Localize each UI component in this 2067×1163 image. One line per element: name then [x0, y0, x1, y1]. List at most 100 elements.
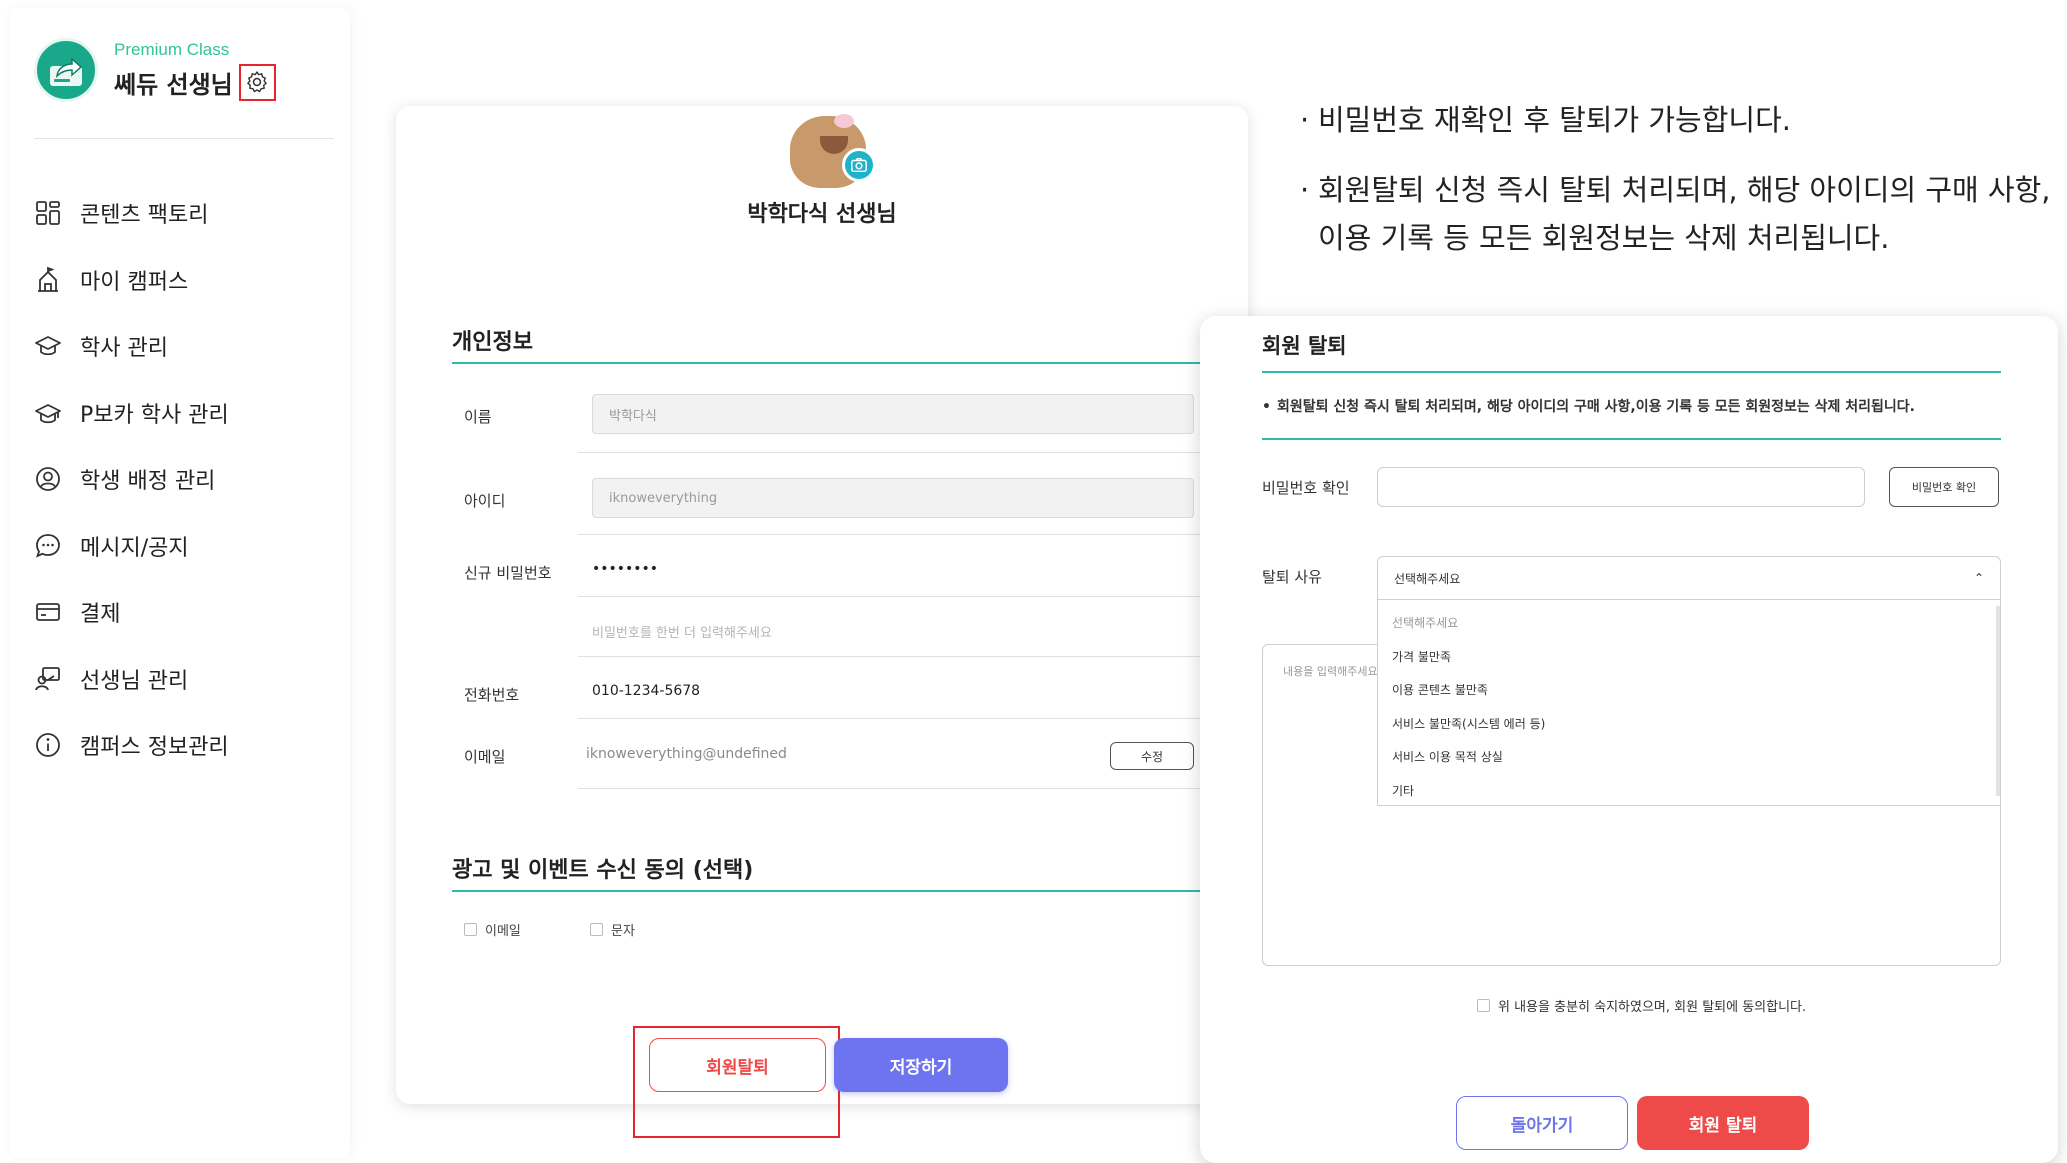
sidebar-item-label: 선생님 관리	[80, 668, 189, 694]
campus-icon	[38, 266, 58, 292]
reason-selected-value: 선택해주세요	[1394, 571, 1461, 586]
id-label: 아이디	[464, 492, 506, 510]
teacher-icon	[35, 666, 60, 691]
password-input[interactable]	[1377, 467, 1865, 507]
section-divider	[452, 362, 1248, 364]
sms-consent-label: 문자	[611, 924, 635, 939]
reason-option[interactable]: 서비스 이용 목적 상실	[1378, 740, 2000, 774]
profile-name: 박학다식 선생님	[747, 202, 897, 227]
logo	[34, 38, 98, 102]
sidebar-item-label: 마이 캠퍼스	[80, 269, 189, 295]
section-divider	[452, 890, 1248, 892]
modal-title: 회원 탈퇴	[1262, 334, 1347, 358]
row-divider	[578, 788, 1248, 789]
password-confirm-field[interactable]: 비밀번호를 한번 더 입력해주세요	[592, 622, 772, 641]
reason-label: 탈퇴 사유	[1262, 568, 1322, 586]
grid-icon	[36, 201, 60, 226]
modal-notice: 회원탈퇴 신청 즉시 탈퇴 처리되며, 해당 아이디의 구매 사항,이용 기록 …	[1262, 396, 1915, 416]
agree-label: 위 내용을 충분히 숙지하였으며, 회원 탈퇴에 동의합니다.	[1498, 1000, 1807, 1015]
note-item: 회원탈퇴 신청 즉시 탈퇴 처리되며, 해당 아이디의 구매 사항, 이용 기록…	[1300, 166, 2060, 262]
settings-button[interactable]	[238, 63, 276, 101]
save-button[interactable]: 저장하기	[834, 1038, 1008, 1092]
sidebar-item-label: 학생 배정 관리	[80, 469, 216, 495]
brand: Premium Class 쎄듀 선생님	[34, 38, 276, 102]
withdraw-modal: 회원 탈퇴 회원탈퇴 신청 즉시 탈퇴 처리되며, 해당 아이디의 구매 사항,…	[1200, 316, 2058, 1163]
confirm-withdraw-button[interactable]: 회원 탈퇴	[1637, 1096, 1809, 1150]
reason-option[interactable]: 서비스 불만족(시스템 에러 등)	[1378, 707, 2000, 741]
sidebar-nav: 콘텐츠 팩토리 마이 캠퍼스 학사 관리 P보카 학사 관리 학생 배정 관리 …	[34, 180, 229, 779]
checkbox-box[interactable]	[1477, 999, 1490, 1012]
chevron-up-icon: ⌃	[1973, 571, 1984, 585]
reason-dropdown-list: 선택해주세요 가격 불만족 이용 콘텐츠 불만족 서비스 불만족(시스템 에러 …	[1377, 600, 2001, 806]
modal-divider	[1262, 371, 2001, 373]
sms-consent-checkbox[interactable]: 문자	[590, 920, 635, 939]
reason-option[interactable]: 선택해주세요	[1378, 606, 2000, 640]
new-password-label: 신규 비밀번호	[464, 564, 552, 582]
marketing-consent-title: 광고 및 이벤트 수신 동의 (선택)	[452, 858, 754, 883]
withdraw-button[interactable]: 회원탈퇴	[649, 1038, 826, 1092]
row-divider	[578, 452, 1248, 453]
share-arrow-icon	[50, 57, 83, 86]
checkbox-box[interactable]	[464, 923, 477, 936]
avatar[interactable]	[778, 106, 876, 196]
phone-field[interactable]: 010-1234-5678	[592, 683, 700, 699]
dropdown-scrollbar[interactable]	[1996, 606, 2000, 796]
chat-bubble-icon	[36, 533, 60, 558]
agree-checkbox[interactable]: 위 내용을 충분히 숙지하였으며, 회원 탈퇴에 동의합니다.	[1477, 996, 1806, 1015]
gear-icon	[247, 71, 268, 93]
sidebar-divider	[34, 138, 334, 139]
sidebar-item-my-campus[interactable]: 마이 캠퍼스	[34, 247, 229, 314]
sidebar-item-messages[interactable]: 메시지/공지	[34, 513, 229, 580]
sidebar-item-academic-management[interactable]: 학사 관리	[34, 313, 229, 380]
sidebar-item-label: 메시지/공지	[80, 535, 189, 561]
row-divider	[578, 596, 1248, 597]
name-label: 이름	[464, 408, 492, 426]
reason-option[interactable]: 기타	[1378, 774, 2000, 808]
note-item: 비밀번호 재확인 후 탈퇴가 가능합니다.	[1300, 96, 2060, 144]
sidebar-item-payment[interactable]: 결제	[34, 579, 229, 646]
name-field: 박학다식	[592, 394, 1194, 434]
personal-info-title: 개인정보	[452, 330, 533, 355]
row-divider	[578, 718, 1248, 719]
change-photo-button[interactable]	[842, 148, 876, 182]
sidebar-item-student-assignment[interactable]: 학생 배정 관리	[34, 446, 229, 513]
email-edit-button[interactable]: 수정	[1110, 742, 1194, 770]
graduation-cap-icon	[35, 336, 61, 356]
sidebar-item-teacher-management[interactable]: 선생님 관리	[34, 646, 229, 713]
new-password-field[interactable]: ••••••••	[592, 561, 658, 577]
password-confirm-button[interactable]: 비밀번호 확인	[1889, 467, 1999, 507]
sidebar-item-label: 캠퍼스 정보관리	[80, 735, 229, 761]
camera-icon	[851, 157, 867, 173]
email-consent-checkbox[interactable]: 이메일	[464, 920, 521, 939]
sidebar-item-campus-info[interactable]: 캠퍼스 정보관리	[34, 712, 229, 779]
row-divider	[578, 534, 1248, 535]
sidebar-item-pvoca-management[interactable]: P보카 학사 관리	[34, 380, 229, 447]
email-consent-label: 이메일	[485, 924, 521, 939]
sidebar-item-content-factory[interactable]: 콘텐츠 팩토리	[34, 180, 229, 247]
sidebar-item-label: 학사 관리	[80, 336, 168, 362]
sidebar-item-label: P보카 학사 관리	[80, 402, 229, 428]
sidebar-item-label: 콘텐츠 팩토리	[80, 203, 209, 229]
reason-option[interactable]: 가격 불만족	[1378, 640, 2000, 674]
sidebar: Premium Class 쎄듀 선생님 콘텐츠 팩토리 마이 캠퍼스 학사 관…	[10, 8, 350, 1158]
sidebar-item-label: 결제	[80, 602, 121, 628]
reason-option[interactable]: 이용 콘텐츠 불만족	[1378, 673, 2000, 707]
password-confirm-label: 비밀번호 확인	[1262, 479, 1350, 497]
email-label: 이메일	[464, 748, 506, 766]
back-button[interactable]: 돌아가기	[1456, 1096, 1628, 1150]
row-divider	[578, 656, 1248, 657]
user-circle-icon	[36, 467, 60, 492]
modal-divider	[1262, 438, 2001, 440]
checkbox-box[interactable]	[590, 923, 603, 936]
graduation-cap-icon	[35, 403, 61, 423]
avatar-face	[820, 136, 848, 154]
notes: 비밀번호 재확인 후 탈퇴가 가능합니다. 회원탈퇴 신청 즉시 탈퇴 처리되며…	[1300, 96, 2060, 284]
user-name: 쎄듀 선생님	[114, 70, 233, 99]
email-field: iknoweverything@undefined	[586, 746, 787, 762]
phone-label: 전화번호	[464, 686, 520, 704]
reason-select[interactable]: 선택해주세요 ⌃	[1377, 556, 2001, 600]
info-icon	[36, 733, 60, 758]
credit-card-icon	[36, 603, 60, 622]
avatar-flower	[834, 114, 854, 128]
detail-placeholder: 내용을 입력해주세요	[1283, 665, 1378, 678]
